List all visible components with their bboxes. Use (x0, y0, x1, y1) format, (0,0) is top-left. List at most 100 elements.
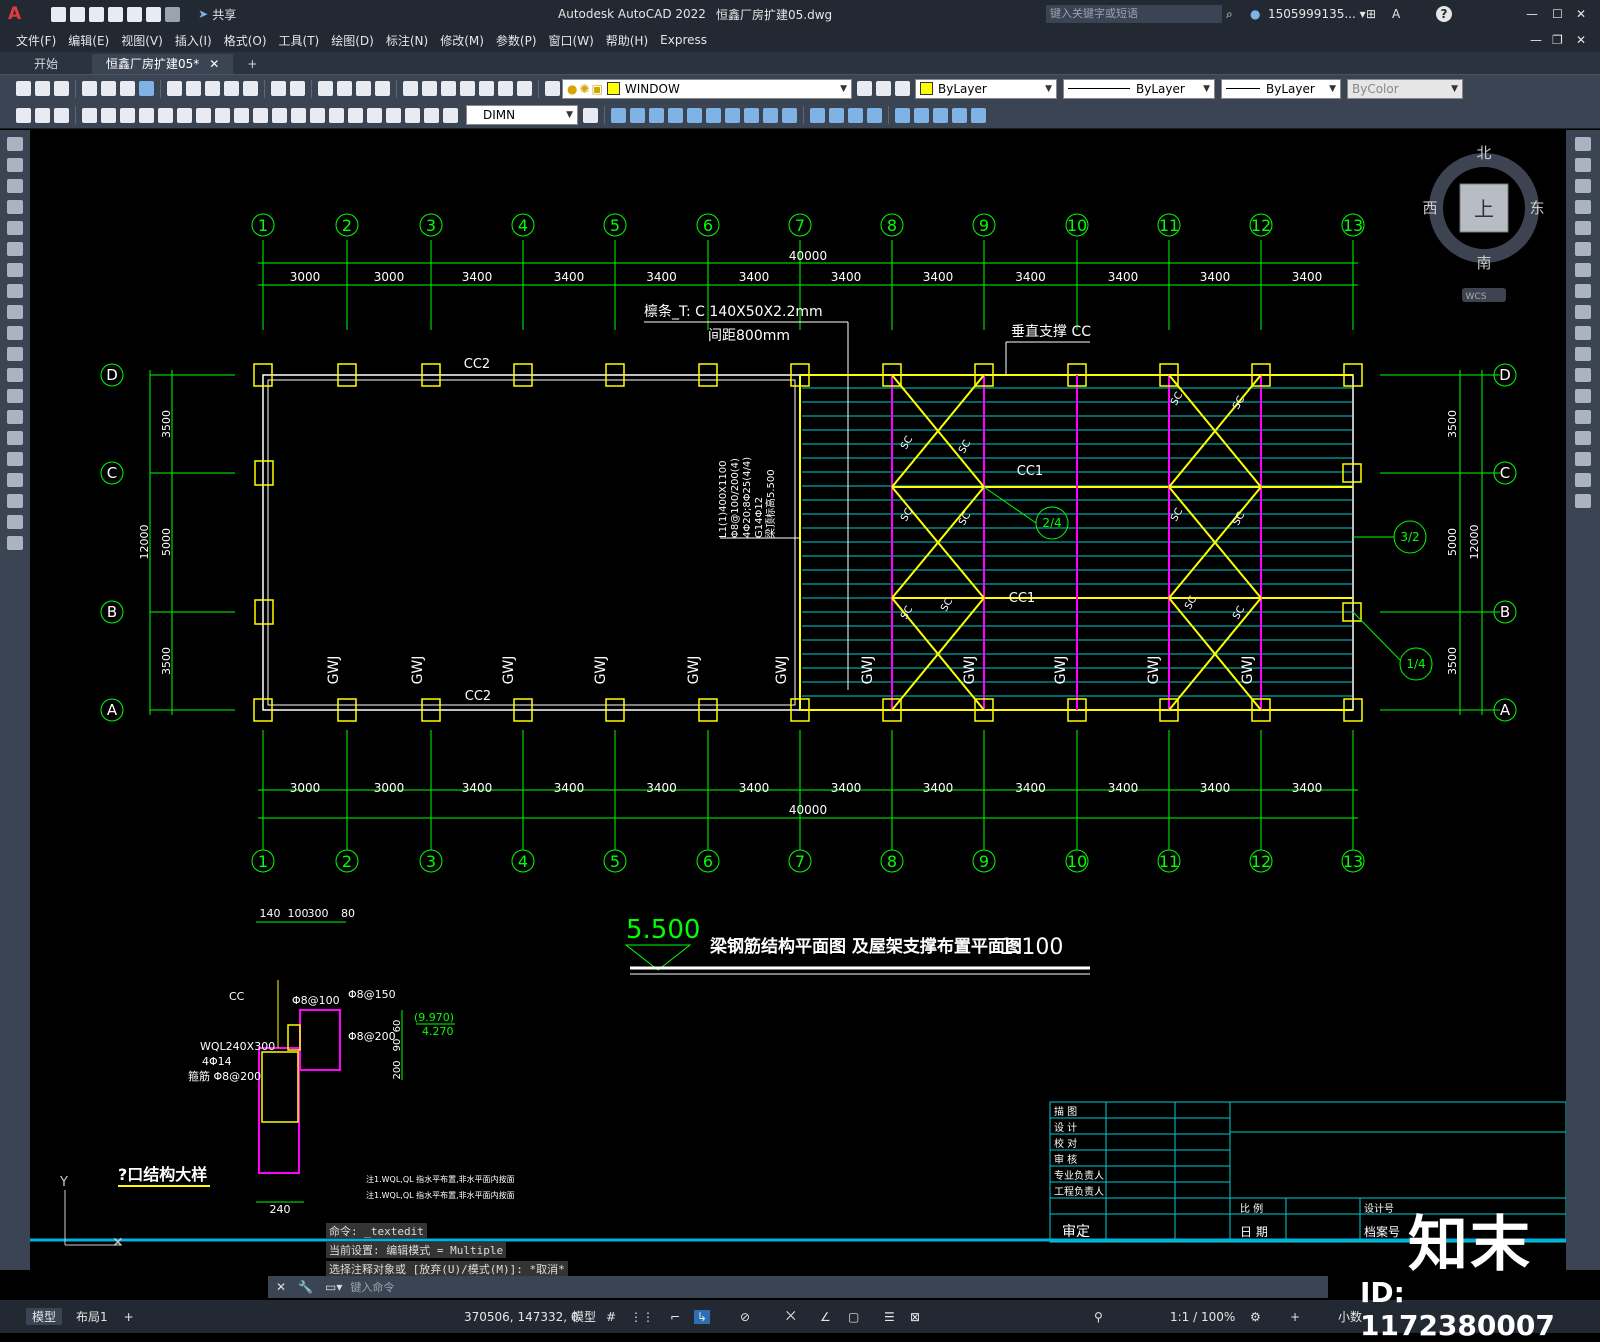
markup-icon[interactable] (479, 81, 494, 96)
doc-close-icon[interactable]: ✕ (1576, 33, 1586, 47)
quick-access-new-icon[interactable] (51, 6, 67, 22)
solid-tool-icon[interactable] (848, 107, 863, 123)
menu-edit[interactable]: 编辑(E) (68, 32, 109, 49)
lineweight-dropdown[interactable]: ByLayer ▼ (1221, 78, 1341, 99)
doc-restore-icon[interactable]: ❐ (1552, 33, 1563, 47)
continue-dimension-icon[interactable] (272, 107, 287, 123)
cut-icon[interactable] (167, 81, 182, 96)
close-icon[interactable]: ✕ (1576, 7, 1586, 21)
offset-icon[interactable] (1575, 200, 1591, 214)
center-mark-icon[interactable] (348, 107, 363, 123)
break-at-point-icon[interactable] (1575, 368, 1591, 382)
menu-tools[interactable]: 工具(T) (279, 32, 320, 49)
customize-command-icon[interactable]: 🔧 (298, 1280, 313, 1294)
solid-tool-icon[interactable] (829, 107, 844, 123)
break-icon[interactable] (1575, 389, 1591, 403)
save-icon[interactable] (54, 81, 69, 96)
trim-icon[interactable] (1575, 326, 1591, 340)
baseline-dimension-icon[interactable] (253, 107, 268, 123)
polygon-icon[interactable] (7, 200, 23, 214)
fillet-icon[interactable] (1575, 452, 1591, 466)
undo-icon[interactable] (146, 6, 162, 22)
new-tab-icon[interactable]: + (233, 54, 271, 74)
join-icon[interactable] (1575, 410, 1591, 424)
layer-dropdown[interactable]: ● ✺ ▣ WINDOW ▼ (562, 78, 852, 99)
user-name[interactable]: 1505999135... ▾ (1268, 7, 1366, 21)
share-icon[interactable]: ➤ (198, 7, 208, 21)
menu-format[interactable]: 格式(O) (224, 32, 267, 49)
add-selected-icon[interactable] (7, 536, 23, 550)
dimension-text-edit-icon[interactable] (424, 107, 439, 123)
tolerance-icon[interactable] (329, 107, 344, 123)
move-icon[interactable] (1575, 242, 1591, 256)
polyline-icon[interactable] (7, 179, 23, 193)
layer-properties-icon[interactable] (545, 81, 560, 96)
3d-tool-icon[interactable] (630, 107, 645, 123)
menu-express[interactable]: Express (660, 33, 707, 47)
drawing-canvas[interactable]: 1 1 2 2 3 3 4 4 5 5 6 6 7 7 8 8 9 9 10 10 11 11 12 12 13 13 D D C C B B… (30, 130, 1566, 1270)
menu-file[interactable]: 文件(F) (16, 32, 56, 49)
array-icon[interactable] (1575, 221, 1591, 235)
search-icon[interactable]: ⌕ (1226, 7, 1233, 22)
add-layout-icon[interactable]: + (124, 1310, 134, 1324)
extend-icon[interactable] (1575, 347, 1591, 361)
annotation-scale[interactable]: 1:1 / 100% (1170, 1310, 1235, 1324)
zoom-realtime-icon[interactable] (337, 81, 352, 96)
blend-curves-icon[interactable] (1575, 473, 1591, 487)
hatch-icon[interactable] (7, 431, 23, 445)
explode-icon[interactable] (1575, 494, 1591, 508)
3d-tool-icon[interactable] (668, 107, 683, 123)
multiline-text-icon[interactable] (7, 515, 23, 529)
solid-edit-icon[interactable] (895, 107, 910, 123)
quick-access-save-icon[interactable] (89, 6, 105, 22)
viewcube-east[interactable]: 东 (1529, 199, 1544, 217)
menu-parametric[interactable]: 参数(P) (496, 32, 537, 49)
share-button[interactable]: 共享 (212, 6, 236, 23)
snap-icon[interactable]: ⋮⋮ (630, 1310, 654, 1324)
preview-icon[interactable] (101, 81, 116, 96)
menu-draw[interactable]: 绘图(D) (331, 32, 374, 49)
ellipse-arc-icon[interactable] (7, 347, 23, 361)
ortho-icon[interactable]: ⌐ (670, 1310, 680, 1324)
solid-tool-icon[interactable] (810, 107, 825, 123)
doc-minimize-icon[interactable]: — (1530, 33, 1542, 47)
polar-icon[interactable]: ↳ (694, 1309, 711, 1324)
tab-close-icon[interactable]: ✕ (209, 57, 219, 71)
viewcube-south[interactable]: 南 (1476, 254, 1491, 272)
search-input[interactable]: 键入关键字或短语 (1046, 5, 1222, 23)
layer-states-icon[interactable] (895, 81, 910, 96)
quick-access-saveas-icon[interactable] (108, 6, 124, 22)
command-prompt-icon[interactable]: ▭▾ (325, 1280, 342, 1294)
help-toolbar-icon[interactable] (517, 81, 532, 96)
viewcube-west[interactable]: 西 (1422, 199, 1437, 217)
scale-icon[interactable] (1575, 284, 1591, 298)
viewcube-north[interactable]: 北 (1476, 144, 1491, 162)
model-tab[interactable]: 模型 (26, 1308, 63, 1325)
color-dropdown[interactable]: ByLayer ▼ (915, 78, 1057, 99)
command-line[interactable]: ✕ 🔧 ▭▾ 键入命令 (268, 1276, 1328, 1298)
layer-previous-icon[interactable] (876, 81, 891, 96)
3d-tool-icon[interactable] (763, 107, 778, 123)
plot-icon[interactable] (82, 81, 97, 96)
autocad-logo-icon[interactable]: A (8, 4, 21, 24)
copy-icon[interactable] (186, 81, 201, 96)
new-icon[interactable] (16, 81, 31, 96)
solid-edit-icon[interactable] (971, 107, 986, 123)
block-editor-icon[interactable] (243, 81, 258, 96)
region-icon[interactable] (7, 473, 23, 487)
menu-insert[interactable]: 插入(I) (175, 32, 212, 49)
3d-tool-icon[interactable] (725, 107, 740, 123)
stretch-icon[interactable] (1575, 305, 1591, 319)
viewcube[interactable]: 上 北 南 东 西 WCS (1422, 144, 1545, 302)
paste-icon[interactable] (205, 81, 220, 96)
table-icon[interactable] (7, 494, 23, 508)
menu-help[interactable]: 帮助(H) (606, 32, 648, 49)
chamfer-icon[interactable] (1575, 431, 1591, 445)
layout-tab[interactable]: 布局1 (76, 1308, 108, 1325)
dynamic-ucs-icon[interactable]: ∠ (820, 1310, 831, 1324)
minimize-icon[interactable]: — (1526, 7, 1538, 21)
3d-tool-icon[interactable] (706, 107, 721, 123)
make-block-icon[interactable] (7, 389, 23, 403)
ellipse-icon[interactable] (7, 326, 23, 340)
match-properties-icon[interactable] (224, 81, 239, 96)
